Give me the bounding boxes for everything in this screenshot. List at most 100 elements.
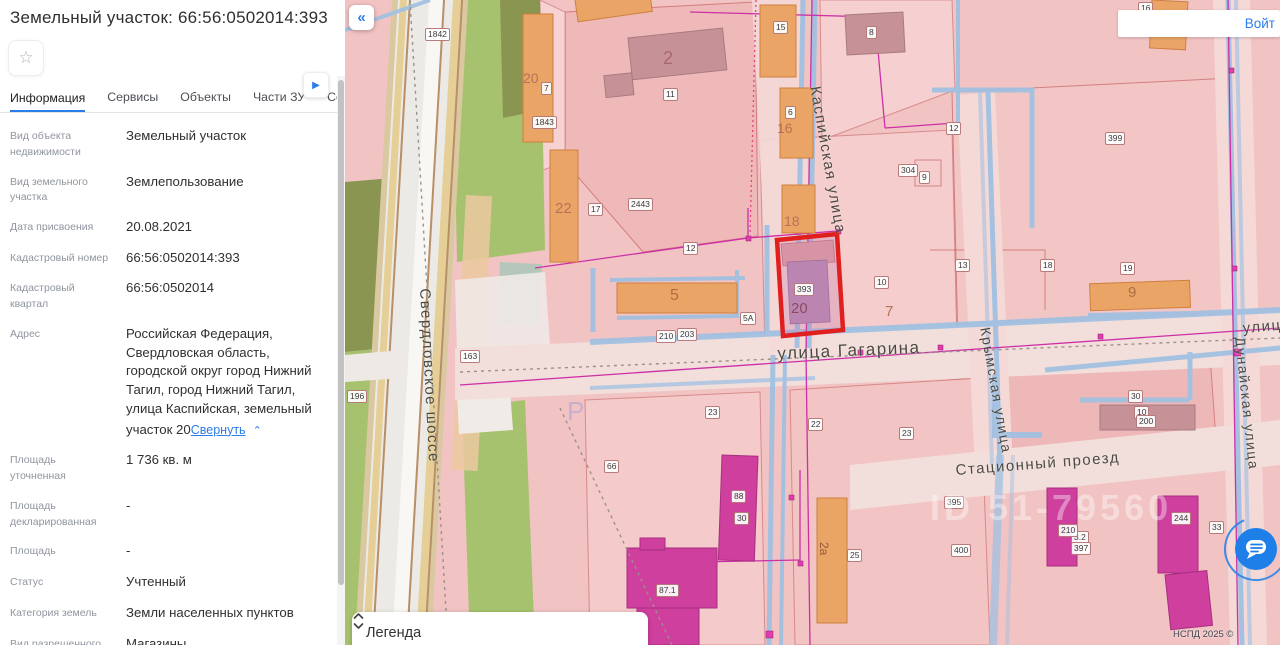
field-value: 66:56:0502014:393 <box>126 249 240 265</box>
field-row: Вид разрешенного использования Магазины <box>10 635 323 645</box>
tab-2[interactable]: Объекты <box>180 90 231 112</box>
field-value: 66:56:0502014 <box>126 280 215 296</box>
building-number-label: 16 <box>777 120 793 136</box>
field-row: Площадь декларированная - <box>10 497 323 531</box>
map-canvas[interactable]: Свердловское шоссе Каспийская улица Крымск… <box>345 0 1280 645</box>
field-value: - <box>126 497 131 513</box>
field-value: Земельный участок <box>126 128 247 143</box>
parcel-number-label: 12 <box>946 122 962 135</box>
parcel-number-label: 397 <box>1071 542 1092 555</box>
parcel-number-label: 1842 <box>425 28 450 41</box>
sidebar-collapse-button[interactable]: « <box>349 5 374 30</box>
parcel-number-label: 393 <box>794 283 815 296</box>
parcel-number-label: 12 <box>683 242 699 255</box>
field-row: Дата присвоения 20.08.2021 <box>10 218 323 237</box>
collapse-address-link[interactable]: Свернуть ⌃ <box>191 422 262 440</box>
building-number-label: Р <box>567 396 585 426</box>
login-button[interactable]: Войт <box>1118 10 1280 37</box>
field-row: Площадь - <box>10 542 323 561</box>
building-number-label: 2 <box>663 48 674 68</box>
parcel-info-panel: Земельный участок: 66:56:0502014:393 ☆ И… <box>0 0 345 645</box>
parcel-number-label: 1843 <box>532 116 557 129</box>
parcel-number-label: 30 <box>734 512 750 525</box>
field-row: Статус Учтенный <box>10 573 323 592</box>
street-name-label: улица <box>1242 315 1280 337</box>
parcel-number-label: 203 <box>677 328 698 341</box>
field-label: Кадастровый квартал <box>10 282 75 311</box>
tab-bar: ИнформацияСервисыОбъектыЧасти ЗУСостаГ <box>0 86 345 113</box>
field-value: Землепользование <box>126 173 244 189</box>
parcel-number-label: 10 <box>874 276 890 289</box>
parcel-number-label: 11 <box>663 88 678 101</box>
parcel-number-label: 9 <box>919 171 930 184</box>
field-value: Магазины <box>126 635 187 645</box>
field-label: Категория земель <box>10 606 97 619</box>
parcel-number-label: 196 <box>347 390 368 403</box>
field-row: Кадастровый квартал 66:56:0502014 <box>10 279 323 313</box>
parcel-number-label: 23 <box>899 427 915 440</box>
building-number-label: 9 <box>1128 284 1137 301</box>
scrollbar-thumb[interactable] <box>338 80 344 585</box>
parcel-number-label: 7 <box>541 82 552 95</box>
login-label: Войт <box>1244 16 1275 31</box>
parcel-number-label: 5А <box>740 312 757 325</box>
field-value: Земли населенных пунктов <box>126 604 294 620</box>
watermark: ID 51-79560 <box>930 487 1173 528</box>
field-row: Площадь уточненная 1 736 кв. м <box>10 451 323 485</box>
field-label: Вид объекта недвижимости <box>10 130 81 158</box>
sidebar-scrollbar[interactable] <box>337 76 345 645</box>
parcel-number-label: 25 <box>847 549 863 562</box>
field-label: Вид разрешенного использования <box>10 637 102 645</box>
field-value: Российская Федерация, Свердловская облас… <box>126 325 323 439</box>
parcel-number-label: 88 <box>731 490 747 503</box>
chevron-up-icon: ⌃ <box>252 424 262 437</box>
tabs-scroll-button[interactable]: ▶ <box>303 72 329 98</box>
building-number-label: 20 <box>791 300 808 317</box>
field-row: Вид земельного участка Землепользование <box>10 173 323 207</box>
field-label: Адрес <box>10 327 41 340</box>
app-window: Свердловское шоссе Каспийская улица Крымск… <box>0 0 1280 645</box>
parcel-number-label: 30 <box>1128 390 1144 403</box>
parcel-number-label: 200 <box>1136 415 1157 428</box>
legend-label: Легенда <box>366 625 422 641</box>
parcel-number-label: 6 <box>785 106 796 119</box>
field-row: Категория земель Земли населенных пунктов <box>10 604 323 623</box>
parcel-number-label: 23 <box>705 406 721 419</box>
parcel-number-label: 17 <box>588 203 604 216</box>
building-number-label: 5 <box>670 287 679 304</box>
field-row: Кадастровый номер 66:56:0502014:393 <box>10 249 323 268</box>
field-label: Площадь <box>10 545 56 558</box>
parcel-number-label: 2443 <box>628 198 653 211</box>
parcel-number-label: 22 <box>808 418 824 431</box>
field-value: Учтенный <box>126 574 186 590</box>
building-number-label: 22 <box>555 200 572 217</box>
parcel-number-label: 210 <box>656 330 677 343</box>
field-label: Площадь уточненная <box>10 454 66 483</box>
tab-0[interactable]: Информация <box>10 91 86 112</box>
star-icon: ☆ <box>18 48 34 67</box>
field-value: 20.08.2021 <box>126 219 193 234</box>
map-attribution: НСПД 2025 © <box>1173 629 1234 640</box>
field-label: Статус <box>10 576 44 589</box>
field-label: Дата присвоения <box>10 221 94 233</box>
legend-toggle[interactable]: Легенда <box>352 612 648 645</box>
parcel-number-label: 399 <box>1105 132 1126 145</box>
expand-collapse-icon <box>353 613 364 629</box>
page-title: Земельный участок: 66:56:0502014:393 <box>10 8 328 27</box>
field-label: Вид земельного участка <box>10 175 88 204</box>
parcel-number-label: 244 <box>1171 512 1192 525</box>
fields-list: Вид объекта недвижимости Земельный участо… <box>0 113 337 645</box>
parcel-number-label: 163 <box>460 350 481 363</box>
tab-3[interactable]: Части ЗУ <box>253 90 305 112</box>
chat-button[interactable] <box>1223 516 1280 582</box>
field-value: - <box>126 543 131 559</box>
building-number-label: 7 <box>885 303 894 320</box>
parcel-number-label: 304 <box>898 164 919 177</box>
favorite-button[interactable]: ☆ <box>8 40 44 76</box>
tab-1[interactable]: Сервисы <box>107 90 158 112</box>
parcel-number-label: 66 <box>604 460 620 473</box>
field-row: Адрес Российская Федерация, Свердловская … <box>10 325 323 439</box>
parcel-number-label: 87.1 <box>656 584 679 597</box>
parcel-number-label: 8 <box>866 26 877 39</box>
building-number-label: 20 <box>523 70 539 86</box>
